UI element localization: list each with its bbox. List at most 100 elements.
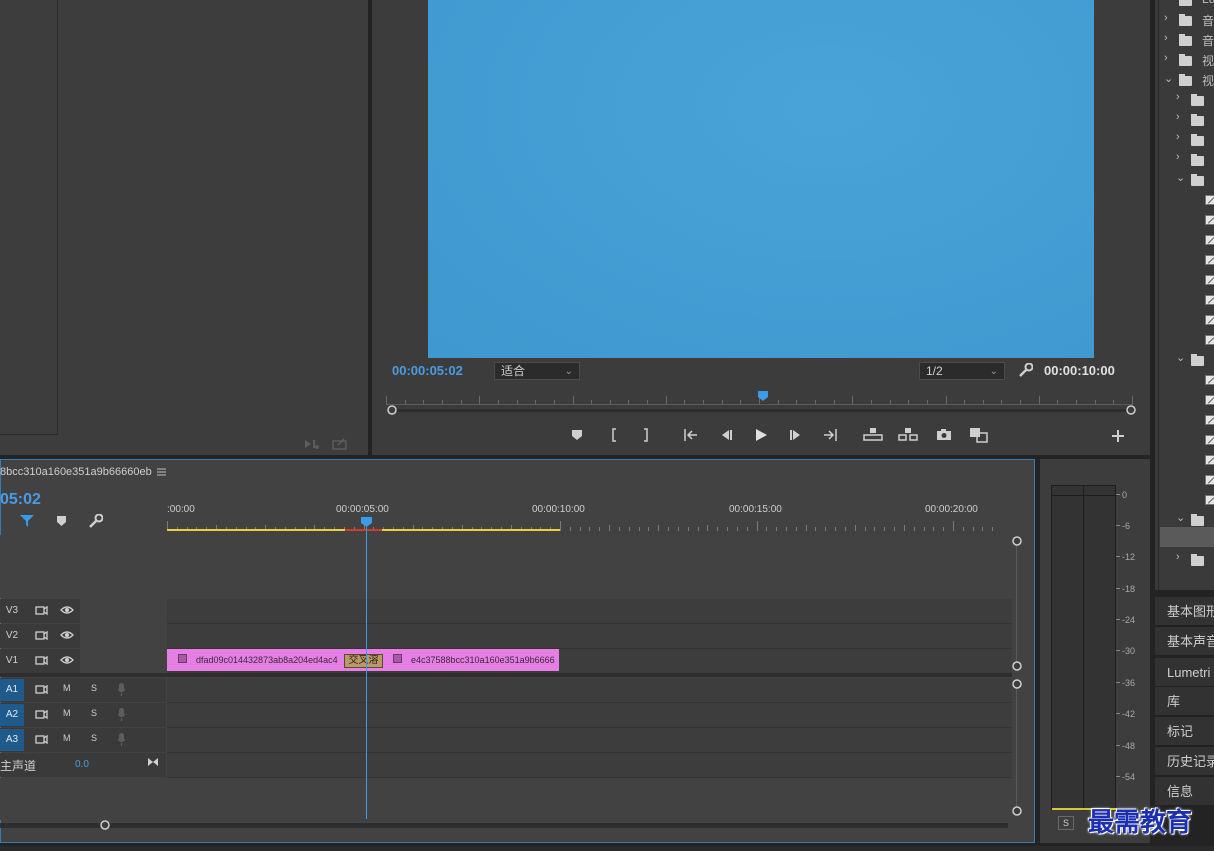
playhead-line[interactable] <box>366 527 367 819</box>
toggle-sync-lock-icon[interactable] <box>35 709 48 720</box>
extract-icon[interactable] <box>898 427 918 441</box>
program-zoom-bar[interactable] <box>390 409 1135 412</box>
chevron-right-icon[interactable]: › <box>1164 0 1168 4</box>
audio-track-lane-a2[interactable] <box>167 703 1012 728</box>
play-icon[interactable] <box>754 428 768 442</box>
solo-track-button[interactable]: S <box>91 733 97 743</box>
mute-button[interactable]: M <box>63 733 71 743</box>
side-panel-tab[interactable]: 标记 <box>1155 717 1214 746</box>
scroll-handle-icon[interactable] <box>1012 536 1022 546</box>
chevron-down-icon[interactable]: ⌄ <box>1176 351 1185 364</box>
solo-track-button[interactable]: S <box>91 683 97 693</box>
side-panel-tab[interactable]: 基本图形 <box>1155 597 1214 626</box>
bowtie-icon[interactable] <box>147 757 159 767</box>
solo-button[interactable]: S <box>1058 816 1074 830</box>
chevron-right-icon[interactable]: › <box>1176 111 1180 123</box>
chevron-right-icon[interactable]: › <box>1164 52 1168 64</box>
export-frame-camera-icon[interactable] <box>936 428 952 441</box>
chevron-right-icon[interactable]: › <box>1164 12 1168 24</box>
track-target-a3[interactable]: A3 <box>0 729 24 751</box>
microphone-icon[interactable] <box>117 733 126 746</box>
track-target-v2[interactable]: V2 <box>0 625 24 647</box>
toggle-sync-lock-icon[interactable] <box>35 655 48 666</box>
eye-icon[interactable] <box>60 605 74 615</box>
step-back-icon[interactable] <box>719 429 733 441</box>
program-current-time[interactable]: 00:00:05:02 <box>392 363 463 378</box>
side-panel-tab[interactable]: 基本声音 <box>1155 627 1214 656</box>
toggle-sync-lock-icon[interactable] <box>35 630 48 641</box>
sequence-tab-title[interactable]: 8bcc310a160e351a9b66660eb <box>0 466 152 478</box>
side-panel-tab[interactable]: 历史记录 <box>1155 747 1214 776</box>
chevron-down-icon[interactable]: ⌄ <box>1176 511 1185 524</box>
scroll-handle-icon[interactable] <box>1012 661 1022 671</box>
solo-track-button[interactable]: S <box>91 708 97 718</box>
toggle-sync-lock-icon[interactable] <box>35 605 48 616</box>
microphone-icon[interactable] <box>117 683 126 696</box>
resolution-dropdown[interactable]: 1/2 ⌄ <box>919 362 1005 380</box>
mute-button[interactable]: M <box>63 683 71 693</box>
track-target-v3[interactable]: V3 <box>0 600 24 622</box>
track-target-a1[interactable]: A1 <box>0 679 24 701</box>
chevron-right-icon[interactable]: › <box>1176 131 1180 143</box>
scroll-handle-icon[interactable] <box>100 820 110 830</box>
microphone-icon[interactable] <box>117 708 126 721</box>
zoom-handle-left-icon[interactable] <box>387 405 397 415</box>
cross-dissolve-transition[interactable]: 交叉溶 <box>344 654 383 668</box>
mute-button[interactable]: M <box>63 708 71 718</box>
video-track-lane-v3[interactable] <box>167 599 1012 624</box>
video-audio-divider[interactable] <box>0 673 1012 677</box>
tree-folder-row[interactable]: › Lu <box>1155 0 1214 10</box>
audio-track-lane-a1[interactable] <box>167 678 1012 703</box>
video-track-lane-v2[interactable] <box>167 624 1012 649</box>
chevron-right-icon[interactable]: › <box>1176 91 1180 103</box>
toggle-sync-lock-icon[interactable] <box>35 734 48 745</box>
chevron-right-icon[interactable]: › <box>1176 151 1180 163</box>
step-forward-icon[interactable] <box>789 429 803 441</box>
insert-icon[interactable] <box>304 438 320 450</box>
add-marker-timeline-icon[interactable] <box>56 515 67 527</box>
video-vertical-scroll-track[interactable] <box>1016 541 1017 666</box>
playhead-handle-icon[interactable] <box>361 517 373 528</box>
chevron-right-icon[interactable]: › <box>1164 32 1168 44</box>
export-frame-icon[interactable] <box>332 437 348 450</box>
tree-folder-row[interactable]: › 视 <box>1155 50 1214 70</box>
hamburger-icon[interactable] <box>157 468 166 476</box>
scroll-handle-icon[interactable] <box>1012 679 1022 689</box>
mark-out-icon[interactable] <box>641 428 651 442</box>
eye-icon[interactable] <box>60 630 74 640</box>
lift-icon[interactable] <box>863 427 883 441</box>
add-marker-icon[interactable] <box>571 429 583 441</box>
chevron-right-icon[interactable]: › <box>1176 551 1180 563</box>
mark-in-icon[interactable] <box>609 428 619 442</box>
track-target-v1[interactable]: V1 <box>0 650 24 672</box>
master-volume-value[interactable]: 0.0 <box>75 759 89 770</box>
master-track-lane[interactable] <box>167 753 1012 778</box>
zoom-handle-right-icon[interactable] <box>1126 405 1136 415</box>
go-to-in-icon[interactable] <box>683 428 699 442</box>
button-editor-plus-icon[interactable] <box>1112 430 1124 442</box>
side-panel-tab[interactable]: 库 <box>1155 687 1214 716</box>
audio-track-lane-a3[interactable] <box>167 728 1012 753</box>
timeline-timecode[interactable]: 05:02 <box>0 491 41 509</box>
go-to-out-icon[interactable] <box>822 428 838 442</box>
wrench-icon[interactable] <box>1018 363 1033 378</box>
scroll-handle-icon[interactable] <box>1012 806 1022 816</box>
fit-dropdown[interactable]: 适合 ⌄ <box>494 362 580 380</box>
program-playhead-icon[interactable] <box>758 391 769 402</box>
chevron-down-icon[interactable]: ⌄ <box>1176 171 1185 184</box>
chevron-down-icon[interactable]: ⌄ <box>1164 72 1173 85</box>
snap-icon[interactable] <box>19 514 35 528</box>
eye-icon[interactable] <box>60 655 74 665</box>
timeline-settings-wrench-icon[interactable] <box>88 514 103 529</box>
track-target-a2[interactable]: A2 <box>0 704 24 726</box>
ruler-tick <box>498 400 499 404</box>
comparison-view-icon[interactable] <box>969 427 989 443</box>
tree-folder-row[interactable]: ⌄ 视 <box>1155 70 1214 90</box>
side-panel-tab[interactable]: Lumetri 颜 <box>1155 658 1214 687</box>
tree-folder-row[interactable]: › 音 <box>1155 10 1214 30</box>
timeline-horizontal-scrollbar[interactable] <box>0 823 1008 828</box>
tree-folder-row[interactable]: › 音 <box>1155 30 1214 50</box>
audio-vertical-scroll-track[interactable] <box>1016 684 1017 810</box>
toggle-sync-lock-icon[interactable] <box>35 684 48 695</box>
tree-selected-row[interactable] <box>1160 527 1214 547</box>
